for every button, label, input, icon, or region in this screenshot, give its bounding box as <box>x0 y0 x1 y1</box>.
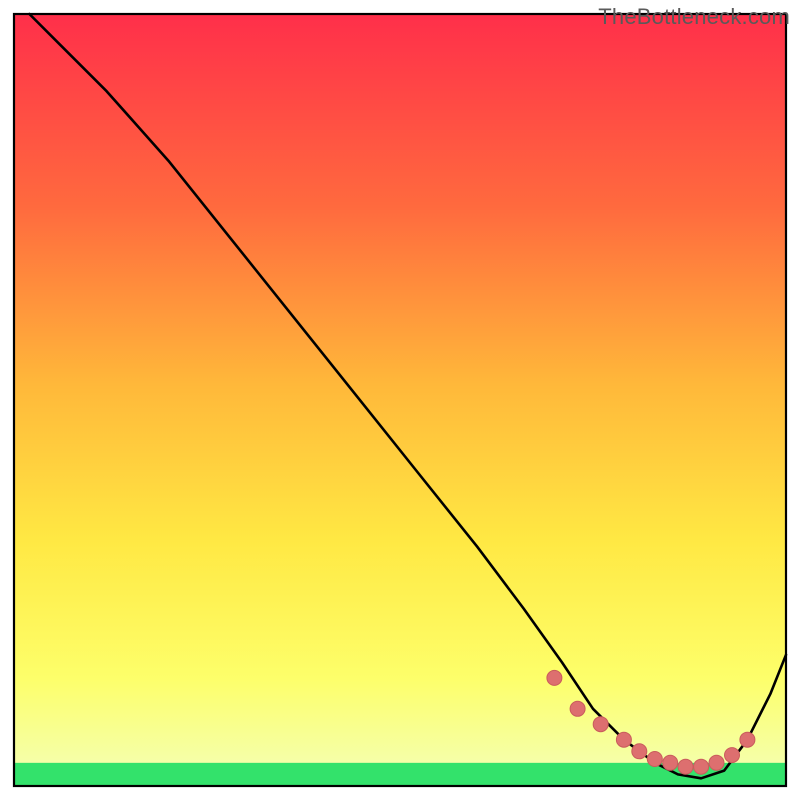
bottleneck-chart <box>0 0 800 800</box>
optimal-point <box>616 732 631 747</box>
optimal-point <box>678 759 693 774</box>
optimal-point <box>740 732 755 747</box>
plot-background <box>14 14 786 786</box>
optimal-point <box>593 717 608 732</box>
optimal-point <box>709 755 724 770</box>
optimal-point <box>632 744 647 759</box>
optimal-point <box>663 755 678 770</box>
chart-container: TheBottleneck.com <box>0 0 800 800</box>
optimal-point <box>725 748 740 763</box>
optimal-point <box>570 701 585 716</box>
optimal-point <box>647 752 662 767</box>
optimal-point <box>547 670 562 685</box>
watermark-label: TheBottleneck.com <box>598 4 790 30</box>
optimal-point <box>694 759 709 774</box>
